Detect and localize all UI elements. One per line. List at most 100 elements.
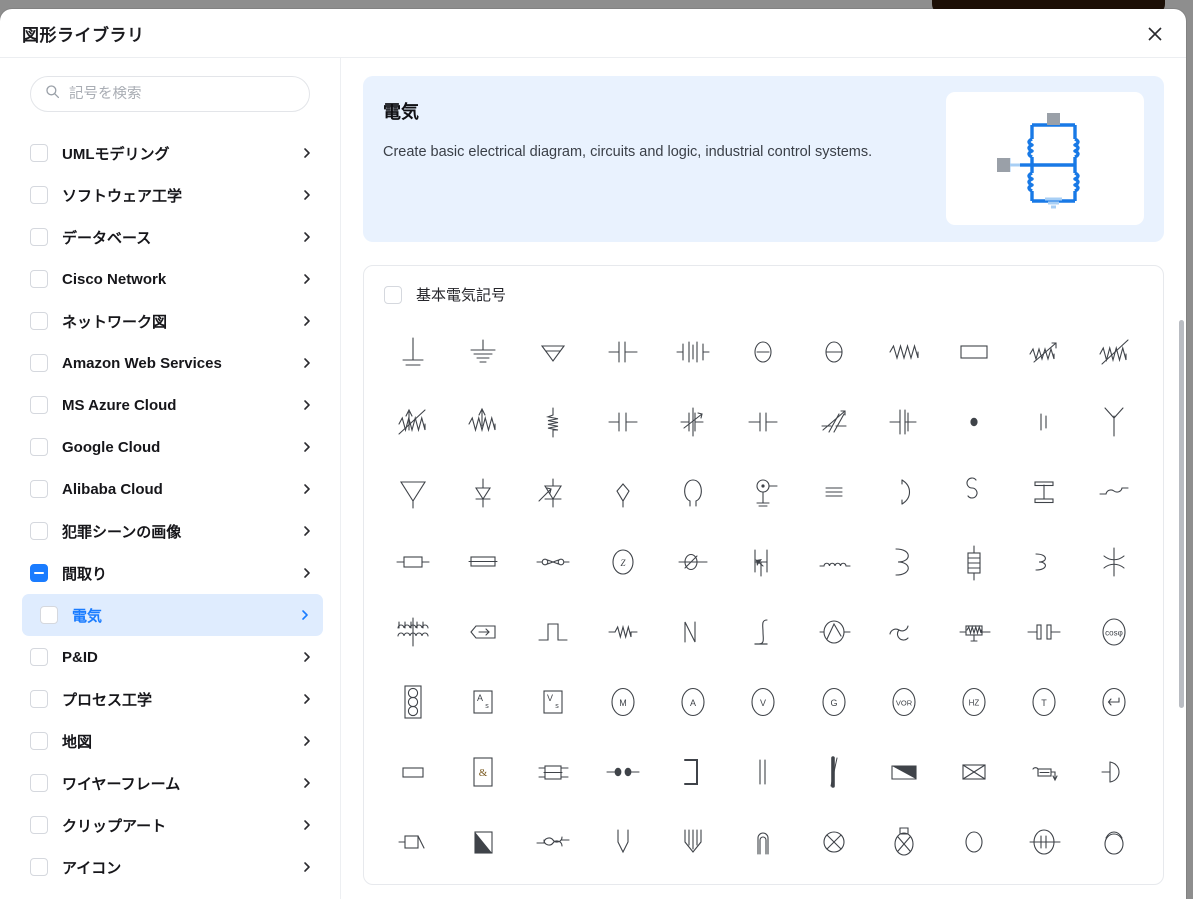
symbol-fork-v[interactable] — [588, 807, 658, 877]
chevron-right-icon[interactable] — [301, 399, 313, 411]
symbol-resistor-box[interactable] — [939, 317, 1009, 387]
symbol-ellipse-plain[interactable] — [939, 807, 1009, 877]
symbol-capacitor-polar[interactable] — [728, 387, 798, 457]
symbol-meter-return[interactable] — [1079, 667, 1149, 737]
symbol-resistor-vertical-zigzag[interactable] — [518, 387, 588, 457]
symbol-battery-stack[interactable] — [799, 457, 869, 527]
symbol-meter-v[interactable]: V — [728, 667, 798, 737]
chevron-right-icon[interactable] — [299, 609, 311, 621]
symbol-microphone-earth[interactable] — [728, 457, 798, 527]
sidebar-item-2[interactable]: データベース — [0, 216, 340, 258]
sidebar-item-checkbox[interactable] — [30, 690, 48, 708]
symbol-meter-vor[interactable]: VOR — [869, 667, 939, 737]
symbol-capacitor-plain[interactable] — [588, 387, 658, 457]
search-box[interactable] — [30, 76, 310, 112]
sidebar-item-checkbox[interactable] — [30, 522, 48, 540]
sidebar-item-16[interactable]: クリップアート — [0, 804, 340, 846]
symbol-ammeter-inline[interactable] — [658, 527, 728, 597]
symbol-heater-element[interactable] — [939, 597, 1009, 667]
sidebar-item-17[interactable]: アイコン — [0, 846, 340, 888]
symbol-junction-dot[interactable] — [939, 387, 1009, 457]
chevron-right-icon[interactable] — [301, 147, 313, 159]
symbol-traffic-signal[interactable] — [378, 667, 448, 737]
chevron-right-icon[interactable] — [301, 483, 313, 495]
symbol-sine-wave[interactable] — [869, 597, 939, 667]
symbol-capacitor-trimmer[interactable] — [799, 387, 869, 457]
symbol-meter-v-s[interactable]: Vs — [518, 667, 588, 737]
symbol-meter-m[interactable]: M — [588, 667, 658, 737]
symbol-parallel-lines[interactable] — [728, 737, 798, 807]
symbol-pulse-waveform[interactable] — [518, 597, 588, 667]
symbol-resistor-zigzag-arrow[interactable] — [448, 387, 518, 457]
chevron-right-icon[interactable] — [301, 525, 313, 537]
chevron-right-icon[interactable] — [301, 315, 313, 327]
sidebar-item-checkbox[interactable] — [30, 858, 48, 876]
symbol-coil-half[interactable] — [869, 457, 939, 527]
vertical-scrollbar[interactable] — [1179, 320, 1184, 708]
symbol-capacitor-feedthrough[interactable] — [869, 387, 939, 457]
symbol-meter-ellipse-bar[interactable] — [1009, 807, 1079, 877]
symbol-capacitor-variable[interactable] — [658, 387, 728, 457]
symbol-sawtooth-wave[interactable] — [658, 597, 728, 667]
search-input[interactable] — [69, 86, 295, 102]
chevron-right-icon[interactable] — [301, 273, 313, 285]
symbol-group-checkbox[interactable] — [384, 285, 402, 304]
symbol-group-header[interactable]: 基本電気記号 — [364, 266, 1163, 305]
chevron-right-icon[interactable] — [301, 567, 313, 579]
symbol-meter-a[interactable]: A — [658, 667, 728, 737]
symbol-fuse-rect[interactable] — [448, 527, 518, 597]
symbol-triangle-filled-half[interactable] — [448, 807, 518, 877]
symbol-terminal-block-left[interactable] — [378, 807, 448, 877]
symbol-damped-wave[interactable] — [588, 597, 658, 667]
sidebar-item-checkbox[interactable] — [30, 648, 48, 666]
symbol-gradient-triangle[interactable] — [869, 737, 939, 807]
sidebar-item-checkbox[interactable] — [30, 186, 48, 204]
symbol-resistor-zigzag[interactable] — [869, 317, 939, 387]
symbol-envelope-cross[interactable] — [939, 737, 1009, 807]
symbol-crystal-resonator[interactable] — [1009, 457, 1079, 527]
symbol-lamp-crossed-circle[interactable] — [799, 807, 869, 877]
chevron-right-icon[interactable] — [301, 357, 313, 369]
sidebar-item-10[interactable]: 間取り — [0, 552, 340, 594]
symbol-ground-earth[interactable] — [378, 317, 448, 387]
symbol-buffer-gate[interactable] — [1079, 737, 1149, 807]
chevron-right-icon[interactable] — [301, 693, 313, 705]
symbol-meter-a-s[interactable]: As — [448, 667, 518, 737]
sidebar-item-11[interactable]: 電気 — [22, 594, 323, 636]
symbol-signal-ground[interactable] — [518, 317, 588, 387]
symbol-relay-coil-switch[interactable] — [1009, 737, 1079, 807]
close-button[interactable] — [1138, 17, 1172, 51]
sidebar-item-0[interactable]: UMLモデリング — [0, 132, 340, 174]
symbol-meter-hz[interactable]: HZ — [939, 667, 1009, 737]
symbol-transformer-multi-winding[interactable] — [378, 597, 448, 667]
symbol-thyristor-vertical[interactable] — [728, 527, 798, 597]
chevron-right-icon[interactable] — [301, 777, 313, 789]
sidebar-item-checkbox[interactable] — [30, 564, 48, 582]
symbol-terminal-plate[interactable] — [1009, 387, 1079, 457]
symbol-loop-arch[interactable] — [728, 807, 798, 877]
symbol-resistor-variable-arrow[interactable] — [1009, 317, 1079, 387]
sidebar-item-checkbox[interactable] — [30, 732, 48, 750]
sidebar-item-3[interactable]: Cisco Network — [0, 258, 340, 300]
sidebar-item-14[interactable]: 地図 — [0, 720, 340, 762]
symbol-bar-slash[interactable] — [799, 737, 869, 807]
symbol-cos-phi-meter[interactable]: cosφ — [1079, 597, 1149, 667]
symbol-ac-source-wave[interactable] — [1079, 457, 1149, 527]
sidebar-item-checkbox[interactable] — [30, 480, 48, 498]
symbol-coil-s-shape[interactable] — [939, 457, 1009, 527]
sidebar-item-checkbox[interactable] — [30, 228, 48, 246]
symbol-generator-circle[interactable] — [799, 597, 869, 667]
symbol-coil-bracket[interactable] — [1009, 527, 1079, 597]
chevron-right-icon[interactable] — [301, 189, 313, 201]
symbol-diode-diamond[interactable] — [588, 457, 658, 527]
sidebar-item-checkbox[interactable] — [30, 774, 48, 792]
sidebar-item-checkbox[interactable] — [30, 816, 48, 834]
sidebar-item-8[interactable]: Alibaba Cloud — [0, 468, 340, 510]
sidebar-item-9[interactable]: 犯罪シーンの画像 — [0, 510, 340, 552]
chevron-right-icon[interactable] — [301, 231, 313, 243]
symbol-logic-and-gate[interactable]: & — [448, 737, 518, 807]
symbol-capacitor-small[interactable] — [588, 317, 658, 387]
symbol-impedance-z[interactable]: Z — [588, 527, 658, 597]
symbol-box-rect[interactable] — [378, 737, 448, 807]
symbol-coil-w[interactable] — [658, 807, 728, 877]
